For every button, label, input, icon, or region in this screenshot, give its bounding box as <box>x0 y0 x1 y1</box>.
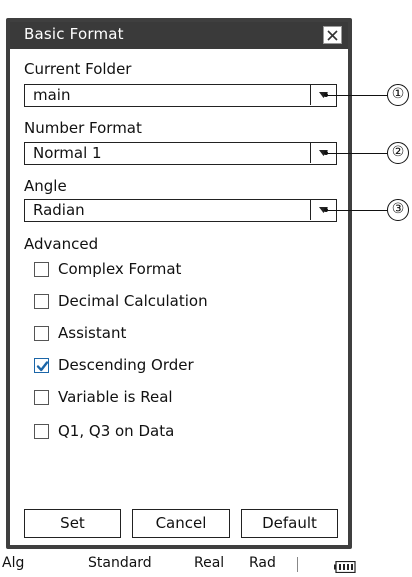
q1-q3-on-data-label: Q1, Q3 on Data <box>58 422 175 440</box>
status-divider <box>297 557 298 572</box>
angle-value: Radian <box>33 201 85 219</box>
callout-number-3: ③ <box>387 199 409 221</box>
number-format-value: Normal 1 <box>33 144 102 162</box>
battery-icon <box>334 558 356 577</box>
q1-q3-on-data-checkbox[interactable] <box>34 424 49 439</box>
set-button[interactable]: Set <box>24 509 121 538</box>
descending-order-checkbox[interactable] <box>34 358 49 373</box>
number-format-label: Number Format <box>24 119 142 137</box>
callout-line-3 <box>326 210 387 211</box>
checkmark-icon <box>36 361 49 372</box>
cancel-button[interactable]: Cancel <box>132 509 230 538</box>
assistant-checkbox[interactable] <box>34 326 49 341</box>
current-folder-label: Current Folder <box>24 60 132 78</box>
assistant-label: Assistant <box>58 324 127 342</box>
status-mode: Alg <box>2 555 25 571</box>
angle-label: Angle <box>24 177 67 195</box>
dialog-title: Basic Format <box>24 25 124 43</box>
status-bar: Alg Standard Real Rad <box>0 554 360 575</box>
variable-is-real-label: Variable is Real <box>58 388 173 406</box>
complex-format-label: Complex Format <box>58 260 182 278</box>
callout-number-2: ② <box>387 142 409 164</box>
close-icon <box>327 30 338 41</box>
decimal-calculation-label: Decimal Calculation <box>58 292 208 310</box>
current-folder-value: main <box>33 86 71 104</box>
decimal-calculation-checkbox[interactable] <box>34 294 49 309</box>
callout-line-2 <box>326 153 387 154</box>
complex-format-checkbox[interactable] <box>34 262 49 277</box>
close-button[interactable] <box>323 26 342 44</box>
callout-number-1: ① <box>387 84 409 106</box>
descending-order-label: Descending Order <box>58 356 194 374</box>
status-domain: Real <box>194 555 225 571</box>
advanced-label: Advanced <box>24 235 99 253</box>
default-button[interactable]: Default <box>241 509 338 538</box>
status-angle: Rad <box>249 555 276 571</box>
dialog-titlebar: Basic Format <box>10 22 348 49</box>
callout-line-1 <box>326 95 387 96</box>
number-format-select[interactable]: Normal 1 <box>24 142 337 165</box>
screen: Basic Format Current Folder main Number … <box>0 0 412 575</box>
angle-select[interactable]: Radian <box>24 199 337 222</box>
current-folder-select[interactable]: main <box>24 84 337 107</box>
status-display: Standard <box>88 555 152 571</box>
variable-is-real-checkbox[interactable] <box>34 390 49 405</box>
